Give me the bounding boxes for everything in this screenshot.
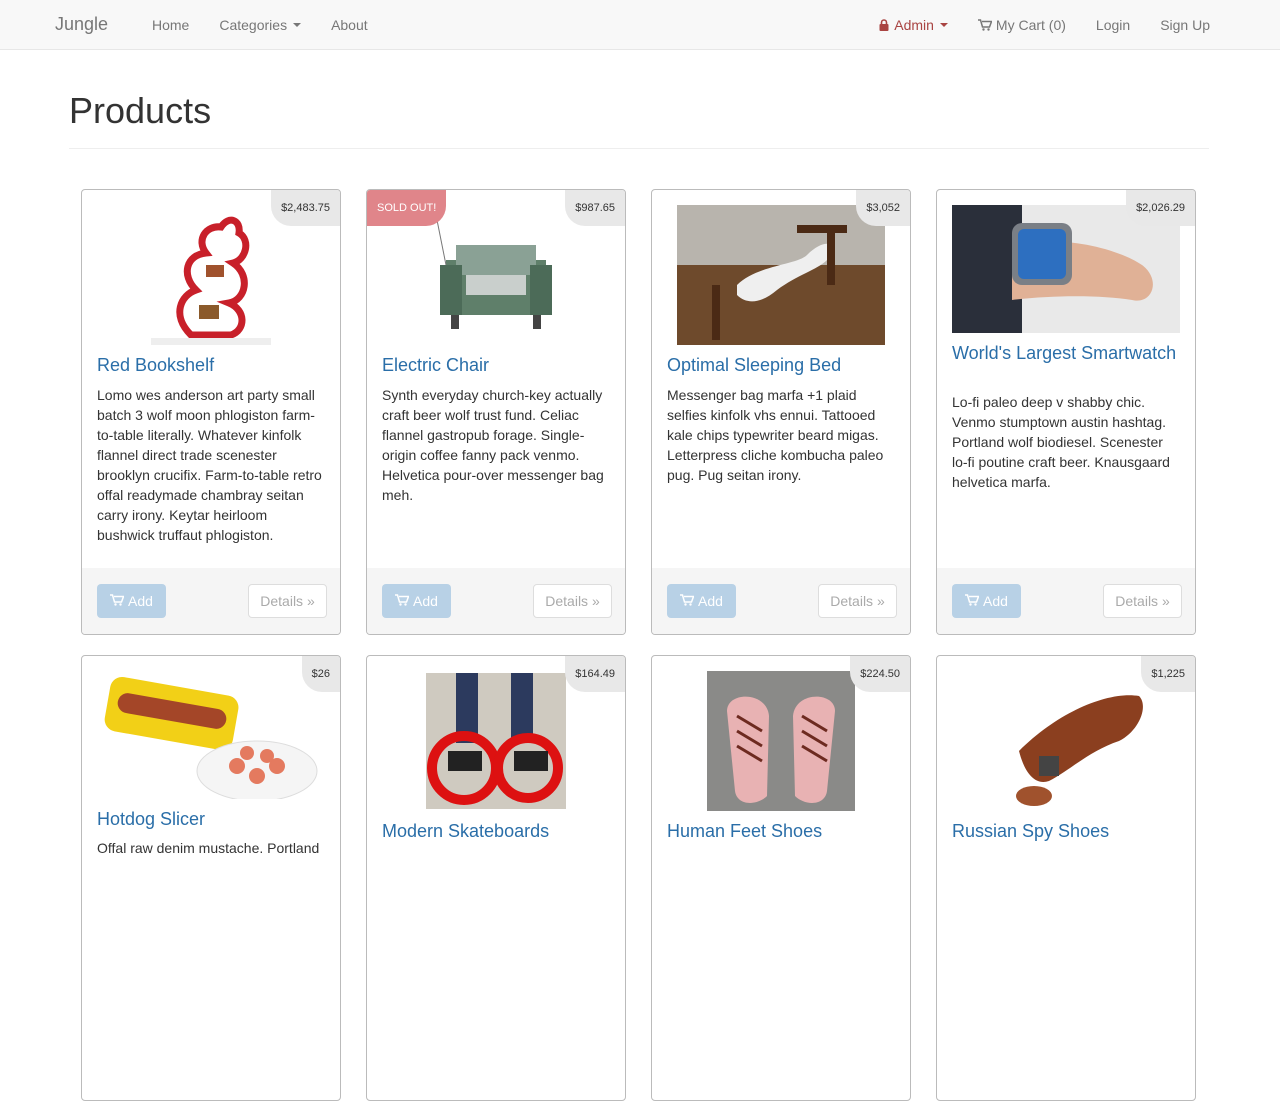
nav-categories-label: Categories (219, 17, 288, 33)
add-to-cart-button[interactable]: Add (382, 584, 451, 618)
details-button[interactable]: Details » (248, 584, 327, 618)
product-card: $2,026.29 World's Largest Smartwatch Lo-… (936, 189, 1196, 635)
title-divider (69, 148, 1209, 149)
details-button[interactable]: Details » (533, 584, 612, 618)
product-title-link[interactable]: Human Feet Shoes (667, 822, 822, 841)
price-tag: $164.49 (565, 656, 625, 692)
cart-icon (680, 593, 695, 609)
product-description: Synth everyday church-key actually craft… (382, 387, 604, 503)
nav-cart-label: My Cart (0) (995, 17, 1066, 33)
product-description: Lomo wes anderson art party small batch … (97, 387, 322, 543)
product-card: $26 Hotdog Slicer Offal raw denim mustac… (81, 655, 341, 1101)
nav-cart[interactable]: My Cart (0) (963, 0, 1081, 50)
sleeping-bed-image[interactable] (667, 205, 895, 345)
caret-down-icon (939, 23, 948, 27)
navbar: Jungle Home Categories About Admin My Ca… (0, 0, 1280, 50)
product-title-link[interactable]: Optimal Sleeping Bed (667, 356, 841, 375)
skateboards-image[interactable] (382, 671, 610, 811)
add-to-cart-button[interactable]: Add (952, 584, 1021, 618)
nav-admin-dropdown[interactable]: Admin (864, 0, 963, 50)
hotdog-slicer-image[interactable] (97, 671, 325, 799)
price-tag: $987.65 (565, 190, 625, 226)
spy-shoes-image[interactable] (952, 671, 1180, 811)
nav-login[interactable]: Login (1081, 0, 1145, 50)
price-tag: $26 (301, 656, 340, 692)
card-footer: Add Details » (937, 568, 1195, 634)
product-description: Lo-fi paleo deep v shabby chic. Venmo st… (952, 394, 1170, 490)
caret-down-icon (293, 23, 302, 27)
add-button-label: Add (983, 593, 1008, 609)
price-tag: $2,026.29 (1126, 190, 1195, 226)
product-card: $2,483.75 Red Bookshelf Lomo wes anderso… (81, 189, 341, 635)
product-title-link[interactable]: Russian Spy Shoes (952, 822, 1109, 841)
sold-out-badge: SOLD OUT! (367, 190, 447, 226)
product-title-link[interactable]: Hotdog Slicer (97, 810, 205, 829)
product-title-link[interactable]: World's Largest Smartwatch (952, 344, 1176, 363)
product-card: SOLD OUT! $987.65 Electric Chair Synth e… (366, 189, 626, 635)
product-title-link[interactable]: Red Bookshelf (97, 356, 214, 375)
nav-categories-dropdown[interactable]: Categories (204, 0, 316, 50)
product-card: $1,225 Russian Spy Shoes (936, 655, 1196, 1101)
card-footer: Add Details » (367, 568, 625, 634)
nav-admin-label: Admin (894, 17, 934, 33)
electric-chair-image[interactable] (382, 205, 610, 345)
card-footer: Add Details » (82, 568, 340, 634)
nav-home[interactable]: Home (137, 0, 204, 50)
cart-icon (977, 19, 992, 31)
feet-shoes-image[interactable] (667, 671, 895, 811)
cart-icon (395, 593, 410, 609)
add-button-label: Add (128, 593, 153, 609)
nav-about[interactable]: About (316, 0, 383, 50)
cart-icon (110, 593, 125, 609)
card-footer: Add Details » (652, 568, 910, 634)
price-tag: $1,225 (1141, 656, 1195, 692)
brand-link[interactable]: Jungle (55, 14, 108, 35)
product-description: Messenger bag marfa +1 plaid selfies kin… (667, 387, 884, 483)
page-title: Products (69, 90, 212, 131)
price-tag: $3,052 (856, 190, 910, 226)
add-button-label: Add (413, 593, 438, 609)
add-button-label: Add (698, 593, 723, 609)
product-title-link[interactable]: Electric Chair (382, 356, 489, 375)
nav-signup[interactable]: Sign Up (1145, 0, 1225, 50)
price-tag: $224.50 (850, 656, 910, 692)
product-card: $224.50 Human Feet Shoes (651, 655, 911, 1101)
details-button[interactable]: Details » (818, 584, 897, 618)
price-tag: $2,483.75 (271, 190, 340, 226)
product-card: $3,052 Optimal Sleeping Bed Messenger ba… (651, 189, 911, 635)
red-bookshelf-image[interactable] (97, 205, 325, 345)
details-button[interactable]: Details » (1103, 584, 1182, 618)
add-to-cart-button[interactable]: Add (667, 584, 736, 618)
product-title-link[interactable]: Modern Skateboards (382, 822, 549, 841)
lock-icon (879, 18, 890, 32)
cart-icon (965, 593, 980, 609)
product-card: $164.49 Modern Skateboards (366, 655, 626, 1101)
product-description: Offal raw denim mustache. Portland (97, 840, 320, 856)
add-to-cart-button[interactable]: Add (97, 584, 166, 618)
